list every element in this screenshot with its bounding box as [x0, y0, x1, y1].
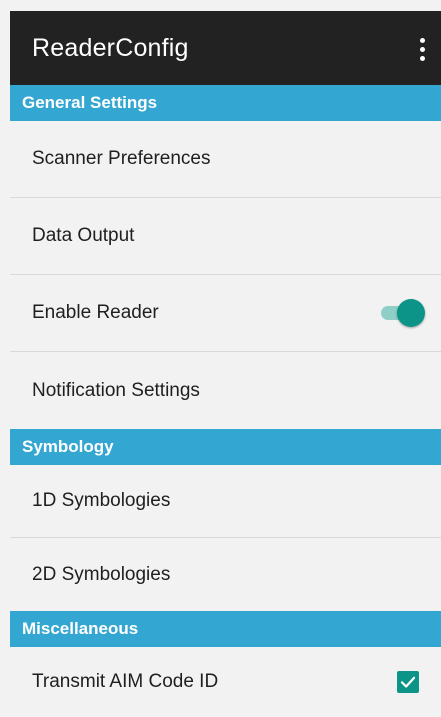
list-item-scanner-preferences[interactable]: Scanner Preferences	[10, 121, 441, 198]
more-vert-icon[interactable]	[411, 33, 433, 65]
item-label: Scanner Preferences	[32, 148, 211, 169]
list-item-data-output[interactable]: Data Output	[10, 198, 441, 275]
item-label: Notification Settings	[32, 379, 200, 401]
section-header-general: General Settings	[10, 85, 441, 121]
list-item-2d-symbologies[interactable]: 2D Symbologies	[10, 538, 441, 611]
item-label: Transmit AIM Code ID	[32, 671, 219, 692]
app-title: ReaderConfig	[32, 33, 189, 62]
toggle-thumb	[397, 299, 425, 327]
section-header-miscellaneous: Miscellaneous	[10, 611, 441, 647]
section-header-symbology: Symbology	[10, 429, 441, 465]
transmit-aim-checkbox[interactable]	[397, 671, 419, 693]
list-item-notification-settings[interactable]: Notification Settings	[10, 352, 441, 429]
check-icon	[400, 676, 416, 688]
item-label: Data Output	[32, 225, 135, 246]
list-item-1d-symbologies[interactable]: 1D Symbologies	[10, 465, 441, 538]
list-item-enable-reader[interactable]: Enable Reader	[10, 275, 441, 352]
enable-reader-toggle[interactable]	[379, 299, 425, 327]
item-label: 2D Symbologies	[32, 563, 171, 585]
settings-list: General Settings Scanner Preferences Dat…	[10, 85, 441, 717]
item-label: Enable Reader	[32, 302, 159, 323]
item-label: 1D Symbologies	[32, 490, 171, 511]
list-item-transmit-aim-code-id[interactable]: Transmit AIM Code ID	[10, 647, 441, 717]
app-bar: ReaderConfig	[10, 11, 441, 85]
